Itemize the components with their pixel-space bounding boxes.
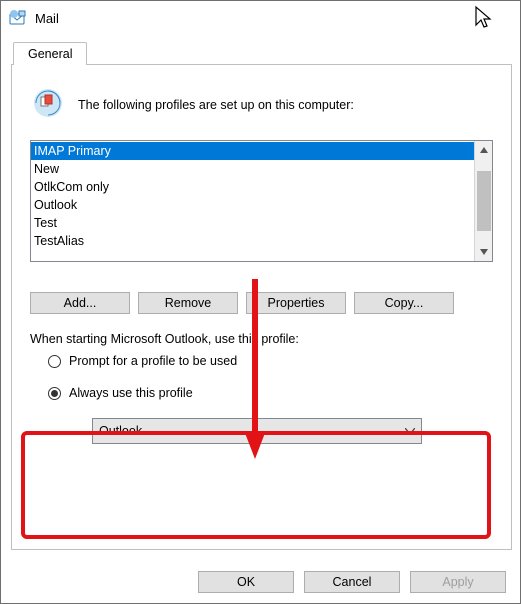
chevron-down-icon — [405, 426, 415, 437]
add-button[interactable]: Add... — [30, 292, 130, 314]
scroll-down-icon[interactable] — [475, 243, 493, 261]
intro-text: The following profiles are set up on thi… — [78, 98, 354, 112]
radio-prompt[interactable]: Prompt for a profile to be used — [48, 354, 493, 368]
remove-button[interactable]: Remove — [138, 292, 238, 314]
window-title: Mail — [35, 11, 59, 26]
intro-row: The following profiles are set up on thi… — [30, 85, 493, 124]
properties-button[interactable]: Properties — [246, 292, 346, 314]
mail-dialog: Mail General The following — [0, 0, 521, 604]
radio-off-icon — [48, 355, 61, 368]
startup-label: When starting Microsoft Outlook, use thi… — [30, 332, 493, 346]
profiles-listbox[interactable]: IMAP Primary New OtlkCom only Outlook Te… — [30, 140, 493, 262]
radio-on-icon — [48, 387, 61, 400]
scroll-thumb[interactable] — [477, 171, 491, 231]
radio-always-label: Always use this profile — [69, 386, 193, 400]
tab-general[interactable]: General — [13, 42, 87, 65]
radio-prompt-label: Prompt for a profile to be used — [69, 354, 237, 368]
scroll-up-icon[interactable] — [475, 141, 493, 159]
tabpanel-general: The following profiles are set up on thi… — [11, 64, 512, 550]
ok-button[interactable]: OK — [198, 571, 294, 593]
client-area: General The following profiles are set u… — [11, 41, 512, 553]
profiles-icon — [30, 85, 66, 124]
list-item[interactable]: OtlkCom only — [31, 178, 474, 196]
profiles-list: IMAP Primary New OtlkCom only Outlook Te… — [31, 141, 474, 261]
cancel-button[interactable]: Cancel — [304, 571, 400, 593]
copy-button[interactable]: Copy... — [354, 292, 454, 314]
profile-select[interactable]: Outlook — [92, 418, 422, 444]
radio-always[interactable]: Always use this profile — [48, 386, 493, 400]
list-item[interactable]: TestAlias — [31, 232, 474, 250]
titlebar: Mail — [1, 1, 520, 35]
mail-icon — [9, 9, 27, 27]
list-item[interactable]: New — [31, 160, 474, 178]
tabstrip: General — [11, 41, 512, 64]
list-item[interactable]: Outlook — [31, 196, 474, 214]
dialog-buttons: OK Cancel Apply — [198, 571, 506, 593]
apply-button[interactable]: Apply — [410, 571, 506, 593]
scrollbar[interactable] — [474, 141, 492, 261]
list-item[interactable]: Test — [31, 214, 474, 232]
list-item[interactable]: IMAP Primary — [31, 142, 474, 160]
profile-select-value: Outlook — [99, 424, 142, 438]
profile-buttons: Add... Remove Properties Copy... — [30, 292, 493, 314]
startup-radio-group: Prompt for a profile to be used Always u… — [30, 354, 493, 444]
